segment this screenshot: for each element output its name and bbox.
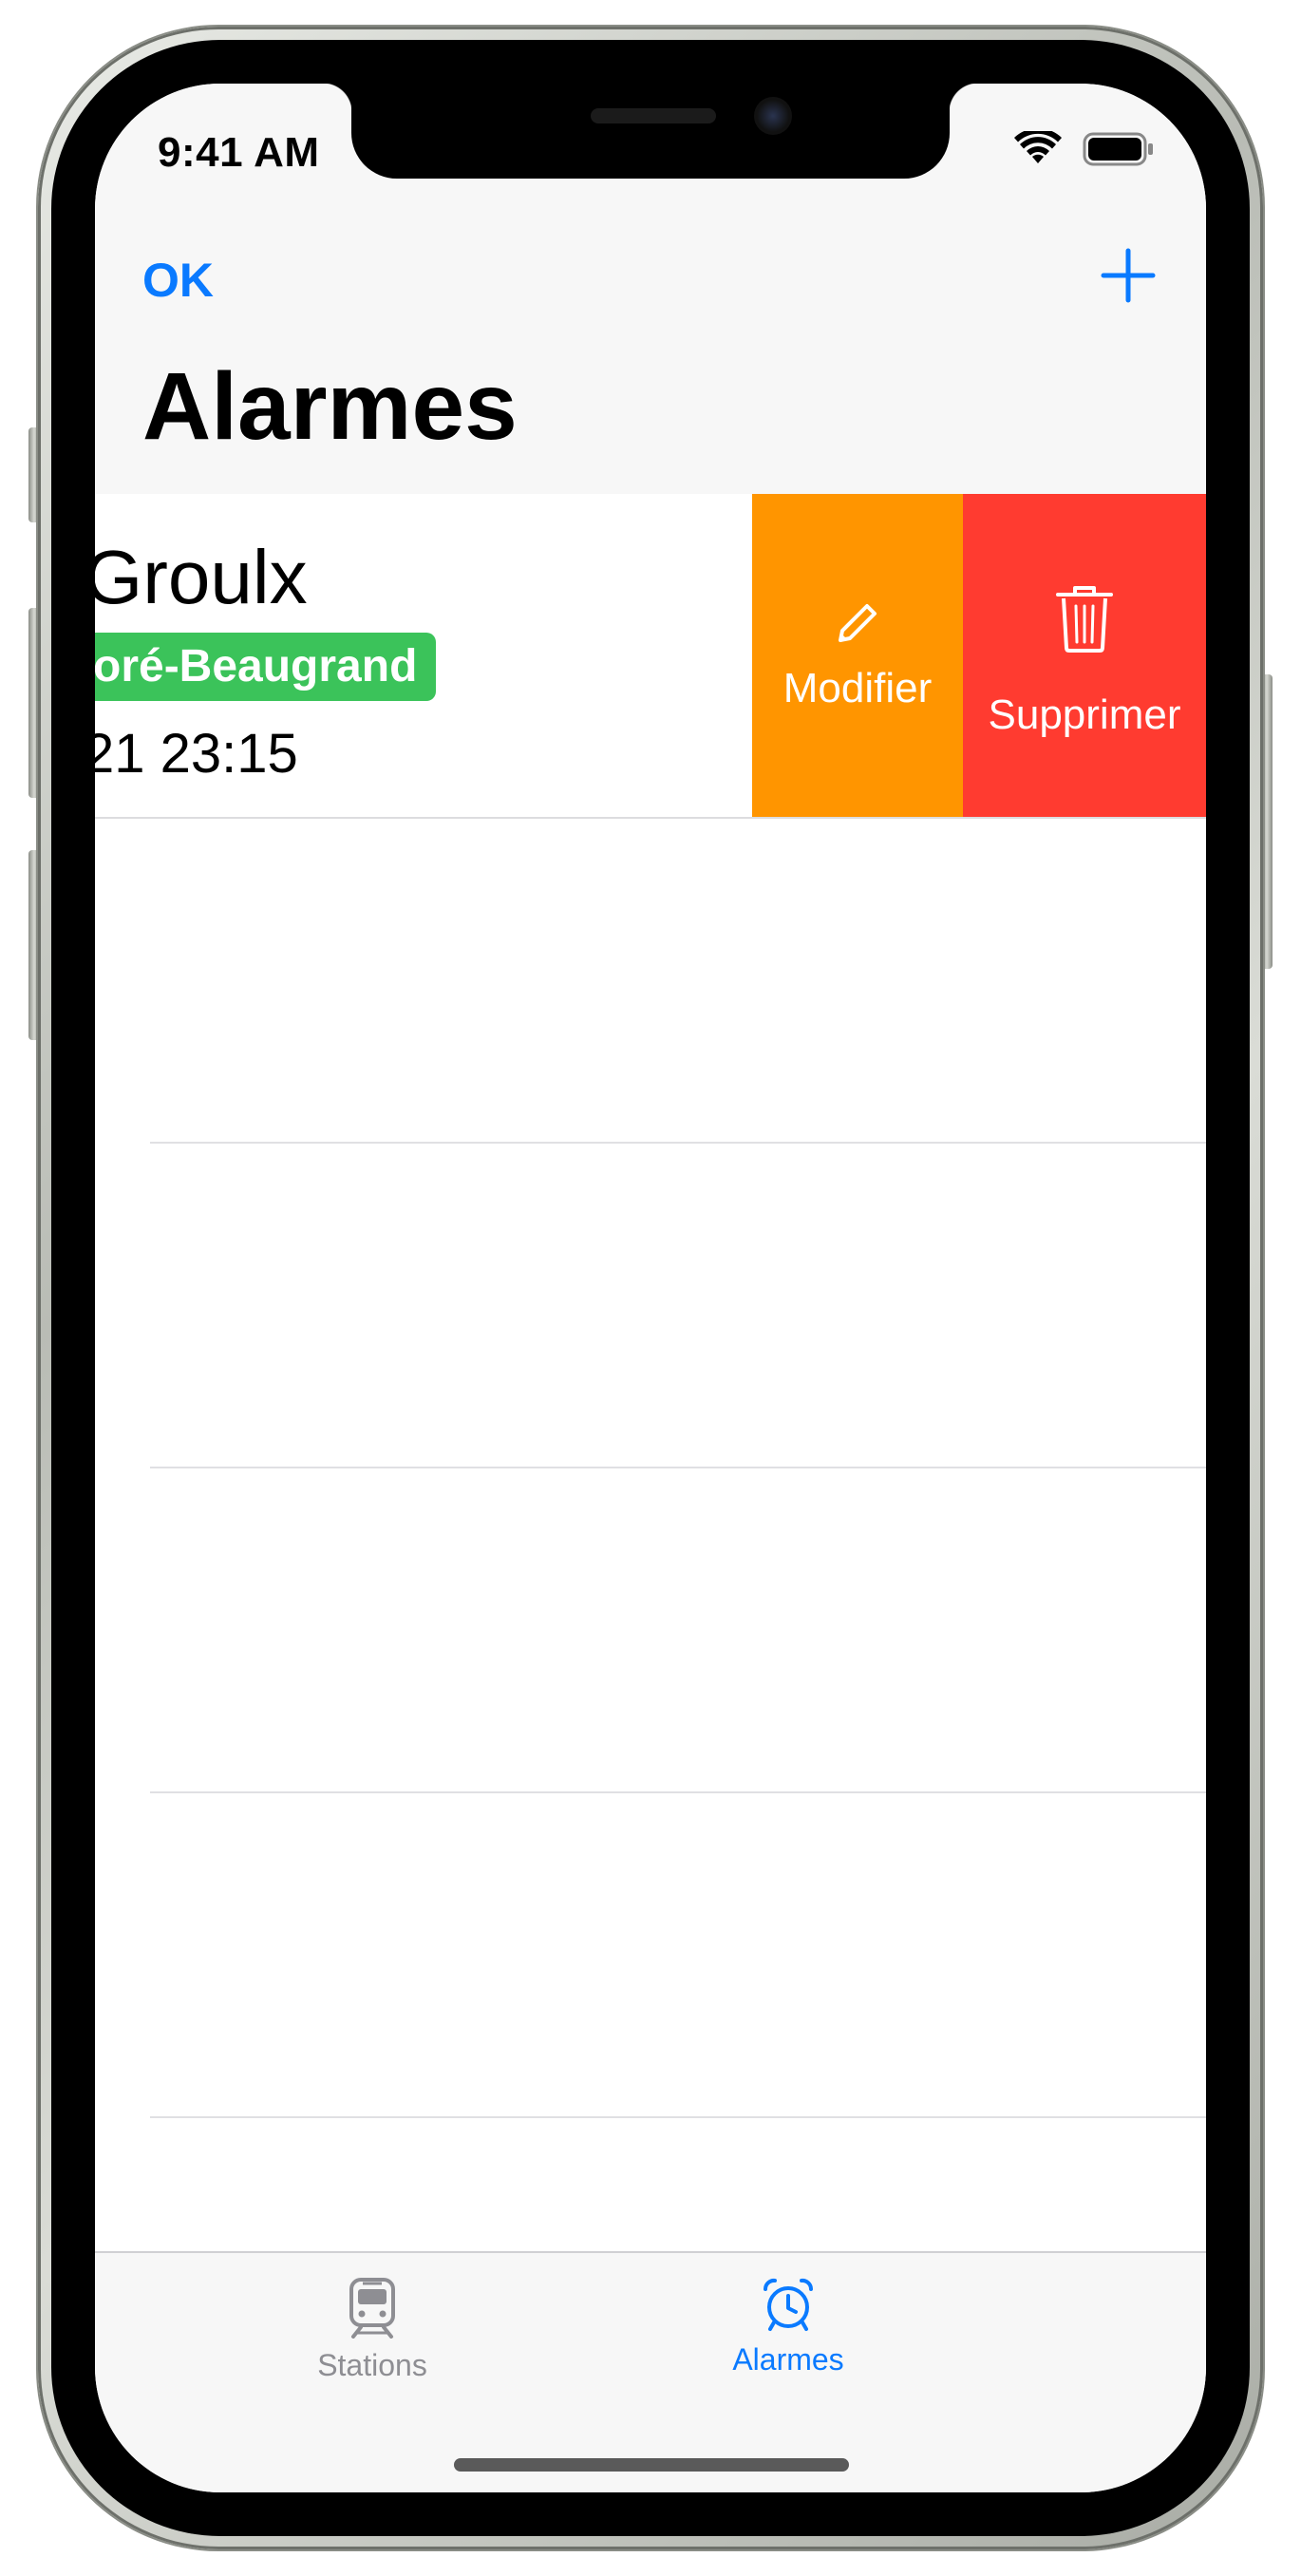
list-separator [150, 1142, 1206, 1144]
ok-button[interactable]: OK [142, 253, 214, 308]
navigation-bar: 9:41 AM OK Alarmes [95, 84, 1206, 496]
delete-action-button[interactable]: Supprimer [963, 494, 1206, 817]
edit-action-label: Modifier [782, 665, 933, 711]
tab-alarmes[interactable]: Alarmes [646, 2278, 931, 2392]
status-icons [1014, 131, 1155, 167]
trash-icon [1056, 586, 1113, 653]
tab-stations[interactable]: Stations [230, 2278, 515, 2392]
tab-bar: Stations Alarmes [95, 2251, 1206, 2492]
list-separator [150, 1791, 1206, 1793]
alarm-datetime: 21 23:15 [95, 723, 298, 785]
list-separator [150, 2116, 1206, 2118]
battery-icon [1083, 132, 1153, 166]
front-camera [754, 97, 792, 135]
home-indicator[interactable] [454, 2458, 849, 2472]
device-canvas: 9:41 AM OK Alarmes Groulx oré-Beaugrand … [0, 0, 1301, 2576]
wifi-icon [1014, 131, 1062, 163]
tab-alarmes-label: Alarmes [732, 2342, 844, 2377]
notch [323, 84, 978, 179]
page-title: Alarmes [142, 353, 518, 460]
alarm-station-name: Groulx [95, 535, 308, 619]
pencil-icon [839, 604, 877, 642]
alarm-clock-icon [763, 2278, 814, 2331]
edit-action-button[interactable]: Modifier [752, 494, 963, 817]
delete-action-label: Supprimer [988, 691, 1181, 738]
tab-stations-label: Stations [317, 2348, 427, 2382]
alarm-row[interactable]: Groulx oré-Beaugrand 21 23:15 Modifier S… [95, 494, 1206, 819]
screen: 9:41 AM OK Alarmes Groulx oré-Beaugrand … [95, 84, 1206, 2492]
status-time: 9:41 AM [158, 129, 320, 176]
metro-line-badge: oré-Beaugrand [95, 633, 437, 701]
train-icon [349, 2278, 395, 2339]
list-separator [150, 1467, 1206, 1468]
plus-icon[interactable] [1098, 245, 1159, 306]
alarm-row-content[interactable]: Groulx oré-Beaugrand 21 23:15 [95, 494, 748, 817]
speaker-grille [591, 108, 716, 123]
